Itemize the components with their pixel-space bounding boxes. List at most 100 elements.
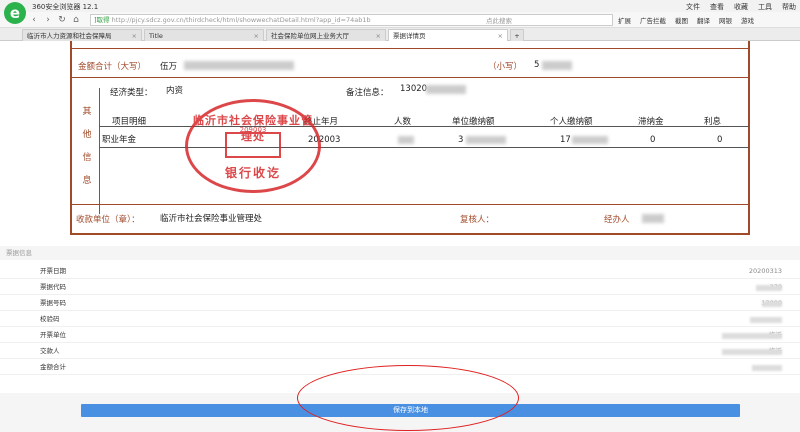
redacted-text <box>750 317 782 323</box>
tab-bar: 临沂市人力资源和社会保障局 × Title × 社会保险单位网上业务大厅 × 票据详情… <box>0 28 800 41</box>
tab-hr-bureau[interactable]: 临沂市人力资源和社会保障局 × <box>22 29 142 41</box>
info-row-label: 开票日期 <box>40 267 66 275</box>
browser-logo-icon: e <box>4 2 26 24</box>
tab-label: Title <box>149 32 163 40</box>
toolbar-games[interactable]: 游戏 <box>741 15 754 25</box>
divider <box>72 77 748 78</box>
browser-title-bar: 360安全浏览器 12.1 文件 查看 收藏 工具 帮助 <box>0 0 800 12</box>
info-row: 交款人临沂 <box>0 344 800 359</box>
stamp-bank: 银行收讫 <box>224 166 281 180</box>
redacted-text <box>398 136 414 144</box>
redacted-text <box>466 136 506 144</box>
redacted-text <box>752 365 782 371</box>
toolbar-screenshot[interactable]: 截图 <box>675 15 688 25</box>
cell-unit-paid: 3 <box>458 135 464 145</box>
divider <box>72 48 748 49</box>
small-total-label: （小写） <box>488 62 523 72</box>
toolbar-extensions[interactable]: 扩展 <box>618 15 631 25</box>
toolbar-adblock[interactable]: 广告拦截 <box>640 15 666 25</box>
divider <box>99 88 100 214</box>
tab-receipt-detail[interactable]: 票据详情页 × <box>388 29 508 41</box>
payee-label: 收款单位（章）： <box>76 215 140 225</box>
info-row-label: 票据号码 <box>40 299 66 307</box>
info-row-label: 开票单位 <box>40 331 66 339</box>
note-label: 备注信息： <box>346 88 389 98</box>
home-icon[interactable]: ⌂ <box>70 14 82 26</box>
close-icon[interactable]: × <box>498 30 503 41</box>
new-tab-button[interactable]: + <box>510 29 524 41</box>
search-input[interactable]: 点此搜索 <box>486 15 512 25</box>
toolbar-translate[interactable]: 翻译 <box>697 15 710 25</box>
tab-label: 社会保险单位网上业务大厅 <box>271 32 349 40</box>
info-row-value: 20200313 <box>748 267 782 275</box>
econ-type-value: 内资 <box>166 86 184 96</box>
redacted-text <box>426 85 466 94</box>
header-item: 项目明细 <box>112 117 147 127</box>
redacted-text <box>722 349 782 355</box>
info-row: 开票日期 20200313 <box>0 264 800 279</box>
header-interest: 利息 <box>704 117 722 127</box>
reviewer-label: 复核人： <box>460 215 495 225</box>
back-arrow-icon[interactable]: ‹ <box>28 14 40 26</box>
menu-tools[interactable]: 工具 <box>758 2 772 12</box>
info-row-label: 校验码 <box>40 315 60 323</box>
url-text: http://pjcy.sdcz.gov.cn/thirdcheck/html/… <box>111 16 371 24</box>
forward-arrow-icon[interactable]: › <box>42 14 54 26</box>
redacted-text <box>542 61 572 70</box>
info-row: 票据号码13000 <box>0 296 800 311</box>
note-value: 13020 <box>400 84 428 94</box>
menu-view[interactable]: 查看 <box>710 2 724 12</box>
secure-badge: ]取得 <box>94 16 110 24</box>
header-late-fee: 滞纳金 <box>638 117 664 127</box>
redacted-text <box>642 214 664 223</box>
cell-item: 职业年金 <box>102 135 137 145</box>
header-unit-paid: 单位缴纳额 <box>452 117 495 127</box>
cell-late-fee: 0 <box>650 135 656 145</box>
stamp-box: 209003 <box>225 126 281 158</box>
econ-type-label: 经济类型： <box>110 88 153 98</box>
total-value: 伍万 <box>160 62 178 72</box>
close-icon[interactable]: × <box>376 30 381 41</box>
redacted-text <box>756 285 782 291</box>
browser-menu: 文件 查看 收藏 工具 帮助 <box>686 2 796 12</box>
divider <box>72 204 748 205</box>
browser-toolbar: 扩展 广告拦截 截图 翻译 网银 游戏 <box>618 15 754 25</box>
tab-social-insurance[interactable]: 社会保险单位网上业务大厅 × <box>266 29 386 41</box>
bank-seal-stamp: 临沂市社会保险事业管理处 209003 银行收讫 <box>185 99 321 193</box>
handler-label: 经办人 <box>604 215 630 225</box>
info-row-label: 交款人 <box>40 347 60 355</box>
menu-file[interactable]: 文件 <box>686 2 700 12</box>
tab-label: 票据详情页 <box>393 32 426 40</box>
header-headcount: 人数 <box>394 117 412 127</box>
cell-interest: 0 <box>717 135 723 145</box>
payee-value: 临沂市社会保险事业管理处 <box>160 214 263 224</box>
redacted-text <box>762 301 782 307</box>
tab-label: 临沂市人力资源和社会保障局 <box>27 32 112 40</box>
small-total-value: 5 <box>534 60 540 70</box>
redacted-text <box>184 61 294 70</box>
redacted-text <box>722 333 782 339</box>
info-row: 票据代码370 <box>0 280 800 295</box>
section-header: 票据信息 <box>0 246 800 260</box>
address-bar[interactable]: ]取得 http://pjcy.sdcz.gov.cn/thirdcheck/h… <box>90 14 613 26</box>
receipt-image: 金额合计（大写） 伍万 （小写） 5 其他信息 经济类型： 内资 备注信息： 1… <box>70 41 750 235</box>
annotation-circle <box>297 365 519 431</box>
menu-help[interactable]: 帮助 <box>782 2 796 12</box>
info-row-label: 票据代码 <box>40 283 66 291</box>
total-label: 金额合计（大写） <box>78 62 147 72</box>
toolbar-banking[interactable]: 网银 <box>719 15 732 25</box>
stamp-code: 209003 <box>239 126 267 134</box>
other-info-label: 其他信息 <box>82 107 92 186</box>
refresh-icon[interactable]: ↻ <box>56 14 68 26</box>
tab-title[interactable]: Title × <box>144 29 264 41</box>
menu-favorites[interactable]: 收藏 <box>734 2 748 12</box>
navigation-bar: ‹ › ↻ ⌂ ]取得 http://pjcy.sdcz.gov.cn/thir… <box>0 12 800 28</box>
redacted-text <box>572 136 608 144</box>
header-personal-paid: 个人缴纳额 <box>550 117 593 127</box>
close-icon[interactable]: × <box>254 30 259 41</box>
close-icon[interactable]: × <box>132 30 137 41</box>
app-title: 360安全浏览器 12.1 <box>32 3 99 11</box>
info-row: 开票单位临沂 <box>0 328 800 343</box>
info-row-label: 金额合计 <box>40 363 66 371</box>
cell-personal-paid: 17 <box>560 135 571 145</box>
